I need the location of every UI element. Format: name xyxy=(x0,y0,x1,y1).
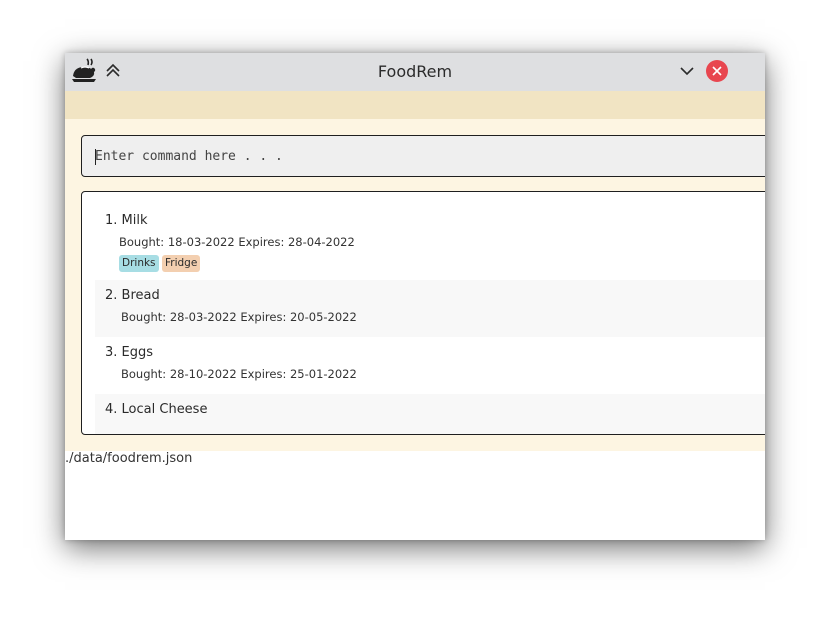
command-box[interactable] xyxy=(81,135,765,177)
list-item[interactable]: 4. Local Cheese xyxy=(95,394,765,434)
window-title: FoodRem xyxy=(377,62,453,81)
main-content: 1. Milk Bought: 18-03-2022 Expires: 28-0… xyxy=(65,119,765,451)
keep-above-button[interactable] xyxy=(103,61,123,81)
close-icon xyxy=(712,66,722,76)
status-bar-file-path: ./data/foodrem.json xyxy=(65,451,193,466)
item-dates: Bought: 28-03-2022 Expires: 20-05-2022 xyxy=(121,310,357,324)
tag-fridge: Fridge xyxy=(162,255,201,272)
text-caret xyxy=(95,149,96,165)
title-bar[interactable]: FoodRem xyxy=(65,53,765,91)
minimize-button[interactable] xyxy=(677,61,697,81)
item-title: 2. Bread xyxy=(105,288,160,303)
roast-chicken-icon xyxy=(70,57,98,85)
item-title: 1. Milk xyxy=(105,213,148,228)
item-title: 4. Local Cheese xyxy=(105,402,208,417)
list-item[interactable]: 3. Eggs Bought: 28-10-2022 Expires: 25-0… xyxy=(95,337,765,394)
item-dates: Bought: 18-03-2022 Expires: 28-04-2022 xyxy=(119,235,355,249)
command-input[interactable] xyxy=(95,144,695,168)
list-item[interactable]: 2. Bread Bought: 28-03-2022 Expires: 20-… xyxy=(95,280,765,337)
list-item[interactable]: 1. Milk Bought: 18-03-2022 Expires: 28-0… xyxy=(95,206,765,280)
app-window: FoodRem 1. Milk Bought: 18-03-2022 Expir… xyxy=(65,53,765,540)
item-dates: Bought: 28-10-2022 Expires: 25-01-2022 xyxy=(121,367,357,381)
tag-drinks: Drinks xyxy=(119,255,159,272)
close-button[interactable] xyxy=(706,60,728,82)
food-item-list[interactable]: 1. Milk Bought: 18-03-2022 Expires: 28-0… xyxy=(81,191,765,435)
item-title: 3. Eggs xyxy=(105,345,154,360)
menu-bar xyxy=(65,91,765,119)
